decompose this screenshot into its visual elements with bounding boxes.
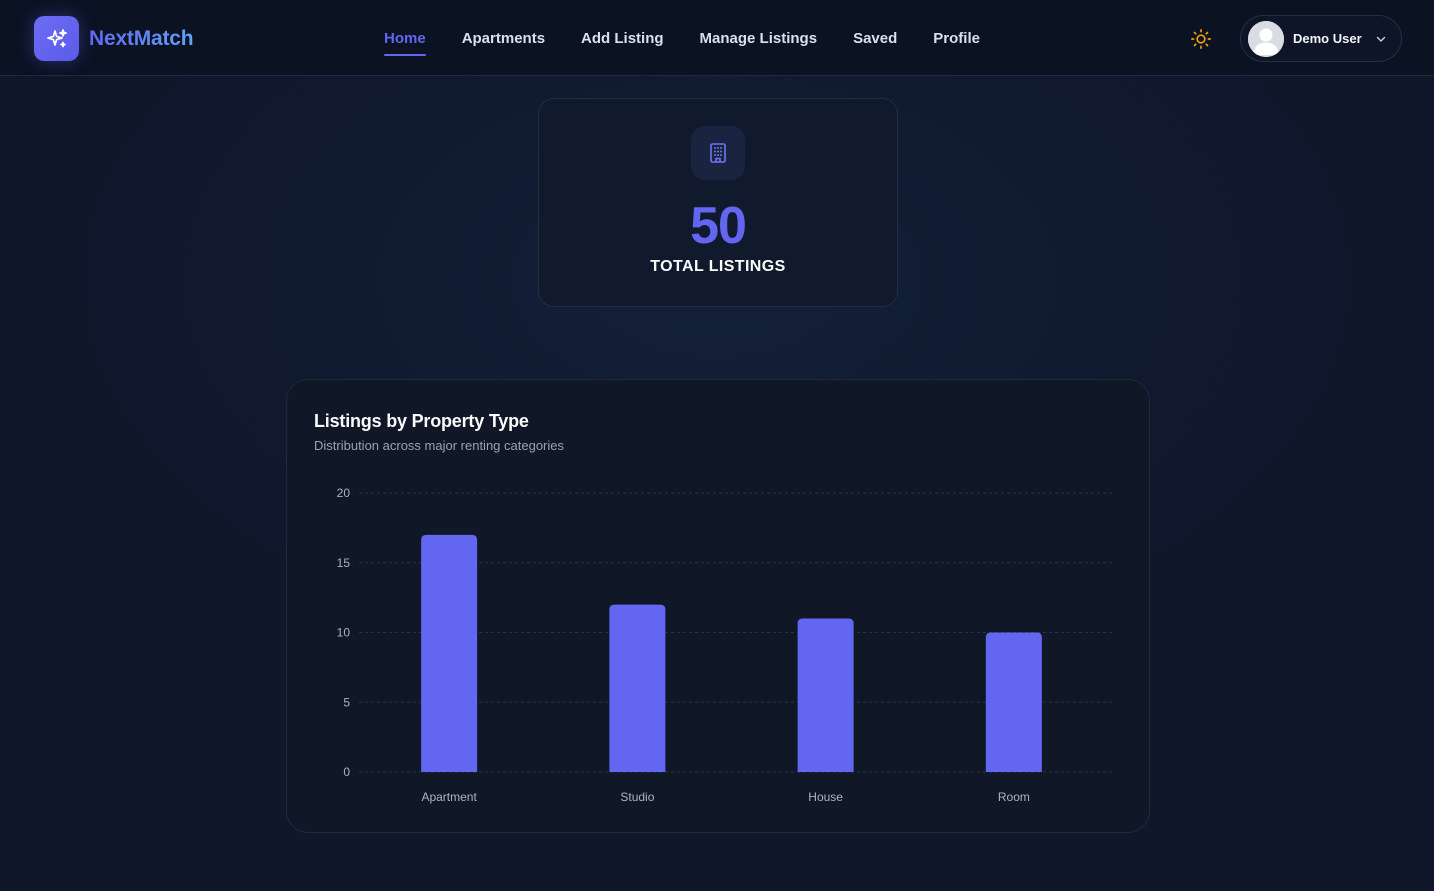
x-tick-label: Apartment (421, 790, 477, 804)
nav-add-listing[interactable]: Add Listing (581, 30, 664, 47)
user-menu-button[interactable]: Demo User (1240, 15, 1402, 62)
y-tick-label: 20 (337, 486, 351, 500)
y-tick-label: 10 (337, 626, 351, 640)
y-tick-label: 0 (343, 765, 350, 779)
chevron-down-icon (1375, 33, 1387, 45)
theme-toggle-button[interactable] (1186, 24, 1216, 54)
total-listings-value: 50 (690, 197, 747, 255)
nav-saved[interactable]: Saved (853, 30, 897, 47)
bar-studio[interactable] (609, 604, 666, 772)
total-listings-card: 50 TOTAL LISTINGS (538, 98, 898, 307)
user-name: Demo User (1293, 31, 1362, 46)
nav-apartments[interactable]: Apartments (462, 30, 545, 47)
bar-room[interactable] (985, 632, 1042, 773)
app-logo[interactable]: NextMatch (34, 16, 194, 61)
listings-by-type-card: Listings by Property Type Distribution a… (286, 379, 1150, 833)
x-tick-label: Room (998, 790, 1030, 804)
x-tick-label: Studio (620, 790, 654, 804)
bar-house[interactable] (797, 618, 854, 772)
sun-icon (1191, 29, 1211, 49)
main-navigation: Home Apartments Add Listing Manage Listi… (384, 0, 980, 76)
y-tick-label: 5 (343, 695, 350, 709)
total-listings-label: TOTAL LISTINGS (650, 258, 786, 275)
sparkles-icon (34, 16, 79, 61)
nav-home[interactable]: Home (384, 30, 426, 56)
bar-apartment[interactable] (421, 534, 478, 772)
building-icon (691, 126, 745, 180)
x-tick-label: House (808, 790, 843, 804)
app-name: NextMatch (89, 26, 194, 50)
nav-profile[interactable]: Profile (933, 30, 980, 47)
top-navbar: NextMatch Home Apartments Add Listing Ma… (0, 0, 1434, 76)
y-tick-label: 15 (337, 556, 351, 570)
user-avatar-icon (1248, 20, 1284, 57)
nav-manage-listings[interactable]: Manage Listings (700, 30, 818, 47)
bar-chart: 0 5 10 15 20 Apartment Studio House Room (337, 486, 1112, 804)
